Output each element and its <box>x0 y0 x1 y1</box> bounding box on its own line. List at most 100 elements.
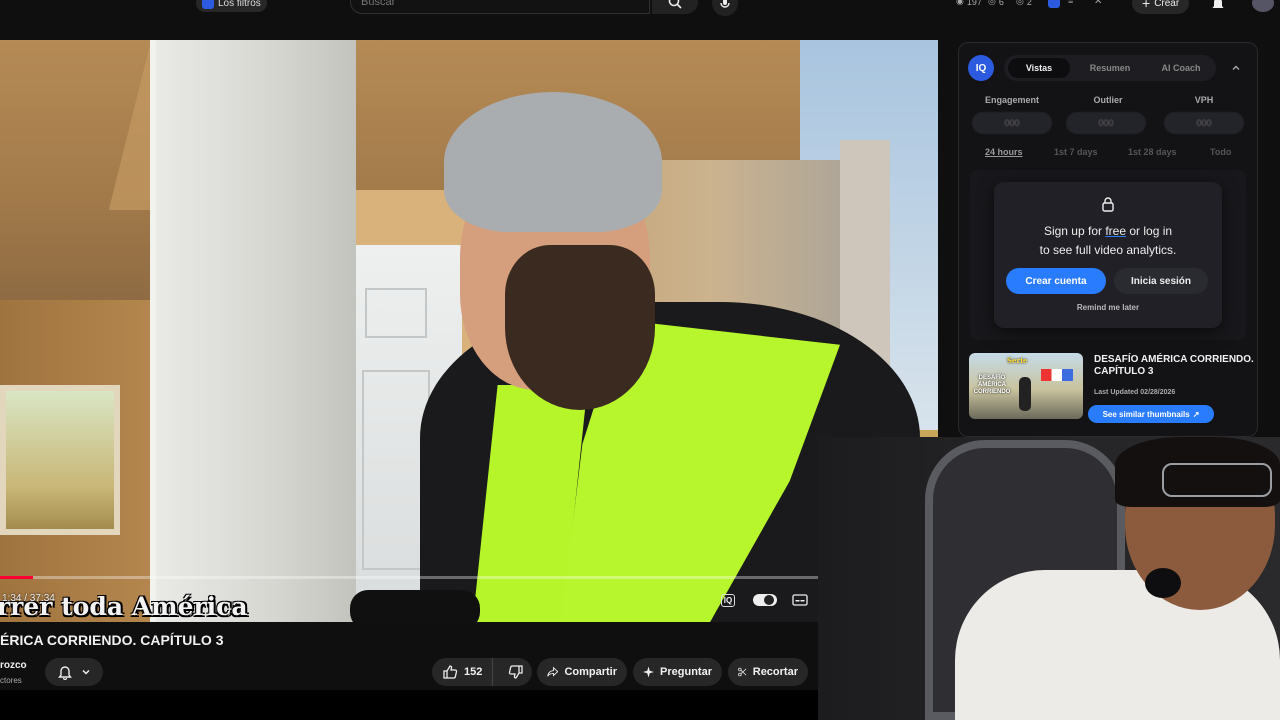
plus-icon: + <box>1142 0 1151 11</box>
bell-icon <box>58 666 72 680</box>
scissors-icon <box>738 667 747 677</box>
video-frame-open-door <box>150 40 356 622</box>
signup-text-line-1: Sign up for free or log in <box>994 224 1222 238</box>
range-first-7-days[interactable]: 1st 7 days <box>1054 147 1098 157</box>
create-account-button[interactable]: Crear cuenta <box>1006 268 1106 294</box>
tab-resumen[interactable]: Resumen <box>1078 55 1142 81</box>
stat-views-value: 197 <box>966 0 982 7</box>
microphone-icon <box>720 0 730 8</box>
collapse-button[interactable] <box>1228 60 1244 76</box>
stat-likes: ◎ 6 <box>988 0 1004 7</box>
search-input[interactable]: Buscar <box>350 0 650 14</box>
ask-label: Preguntar <box>660 666 712 678</box>
ring-icon: ◎ <box>1016 0 1024 6</box>
remind-later-link[interactable]: Remind me later <box>994 303 1222 312</box>
video-title: ÉRICA CORRIENDO. CAPÍTULO 3 <box>0 632 224 648</box>
similar-thumbnails-label: See similar thumbnails <box>1102 409 1190 419</box>
bottom-strip <box>0 690 818 720</box>
subscriber-count: ctores <box>0 676 22 685</box>
share-button[interactable]: Compartir <box>537 658 627 686</box>
chevron-down-icon <box>82 669 90 675</box>
video-player[interactable]: rrer toda América <box>0 40 938 622</box>
similar-thumbnails-button[interactable]: See similar thumbnails ↗ <box>1088 405 1214 423</box>
thumbnail-runner <box>1019 377 1031 411</box>
metric-engagement-label: Engagement <box>984 95 1039 105</box>
like-dislike-group: 152 <box>432 658 532 686</box>
webcam-glasses <box>1162 463 1272 497</box>
thumbs-up-icon <box>443 665 458 679</box>
progress-bar[interactable] <box>0 576 818 579</box>
thumbnail-text: DESAFÍO AMÉRICA CORRIENDO <box>973 375 1011 395</box>
metric-outlier-value: 000 <box>1066 112 1146 134</box>
iq-player-button[interactable]: IQ <box>717 590 739 610</box>
range-all[interactable]: Todo <box>1210 147 1231 157</box>
signup-text: or log in <box>1126 224 1173 238</box>
thumbnail-title: DESAFÍO AMÉRICA CORRIENDO. CAPÍTULO 3 <box>1094 354 1254 377</box>
eye-icon: ◉ <box>956 0 964 6</box>
filter-chip[interactable]: Los filtros <box>196 0 267 12</box>
clip-button[interactable]: Recortar <box>728 658 808 686</box>
iq-logo: IQ <box>968 55 994 81</box>
create-label: Crear <box>1154 0 1180 9</box>
thumbnail-flags <box>1041 369 1073 381</box>
tab-ai-coach[interactable]: AI Coach <box>1148 55 1214 81</box>
range-24-hours[interactable]: 24 hours <box>985 147 1023 157</box>
video-frame-person-beard <box>505 245 655 410</box>
share-label: Compartir <box>564 666 617 678</box>
video-frame-beanie <box>444 92 662 232</box>
stat-views: ◉ 197 <box>956 0 982 7</box>
signup-text: Sign up for <box>1043 224 1106 238</box>
lock-icon <box>1100 196 1116 212</box>
stat-comments-value: 2 <box>1026 0 1032 7</box>
voice-search-button[interactable] <box>712 0 738 16</box>
iq-extension-icon[interactable] <box>1048 0 1060 8</box>
autoplay-toggle[interactable] <box>752 590 778 610</box>
signup-text-line-2: to see full video analytics. <box>1039 243 1177 257</box>
menu-icon[interactable]: ≡ <box>1068 0 1073 6</box>
sparkle-icon <box>643 666 655 678</box>
free-highlight: free <box>1105 224 1127 238</box>
thumbnail-updated: Last Updated 02/28/2026 <box>1094 389 1176 396</box>
thumbnail-tag: Serie <box>1007 356 1028 365</box>
video-frame-window <box>0 385 120 535</box>
video-frame-hands <box>350 590 480 622</box>
search-button[interactable] <box>652 0 698 14</box>
subscription-bell-button[interactable] <box>45 658 103 686</box>
captions-icon <box>792 594 808 606</box>
share-icon <box>547 666 559 677</box>
video-frame-door-panel <box>365 288 427 338</box>
like-count: 152 <box>464 666 483 678</box>
metric-vph-value: 000 <box>1164 112 1244 134</box>
channel-name[interactable]: rozco <box>0 660 27 671</box>
notifications-button[interactable] <box>1210 0 1226 10</box>
top-bar: Los filtros Buscar ◉ 197 ◎ 6 ◎ 2 ≡ ✕ + Crea… <box>0 0 1280 16</box>
create-button[interactable]: + Crear <box>1132 0 1190 14</box>
like-button[interactable]: 152 <box>432 658 494 686</box>
progress-bar-fill <box>0 576 33 579</box>
bell-icon <box>1212 0 1224 8</box>
stat-comments: ◎ 2 <box>1016 0 1032 7</box>
search-icon <box>668 0 682 9</box>
subtitles-button[interactable] <box>789 590 811 610</box>
iq-chip-icon <box>202 0 214 9</box>
ask-button[interactable]: Preguntar <box>633 658 722 686</box>
filter-chip-label: Los filtros <box>218 0 261 9</box>
dislike-button[interactable] <box>499 658 532 686</box>
tools-icon[interactable]: ✕ <box>1094 0 1102 7</box>
metric-vph-label: VPH <box>1194 95 1214 105</box>
time-display: 1:34 / 37:34 <box>2 593 55 604</box>
webcam-headset-mic <box>1145 568 1181 598</box>
clip-label: Recortar <box>752 666 798 678</box>
video-thumbnail[interactable]: Serie DESAFÍO AMÉRICA CORRIENDO <box>969 353 1083 419</box>
toggle-icon <box>753 594 777 606</box>
chevron-up-icon <box>1232 65 1240 70</box>
iq-icon: IQ <box>720 593 736 607</box>
stat-likes-value: 6 <box>998 0 1004 7</box>
thumbs-down-icon <box>508 665 523 679</box>
range-first-28-days[interactable]: 1st 28 days <box>1128 147 1177 157</box>
avatar[interactable] <box>1252 0 1274 12</box>
login-button[interactable]: Inicia sesión <box>1114 268 1208 294</box>
ring-icon: ◎ <box>988 0 996 6</box>
tab-vistas[interactable]: Vistas <box>1008 58 1070 78</box>
metric-outlier-label: Outlier <box>1093 95 1123 105</box>
